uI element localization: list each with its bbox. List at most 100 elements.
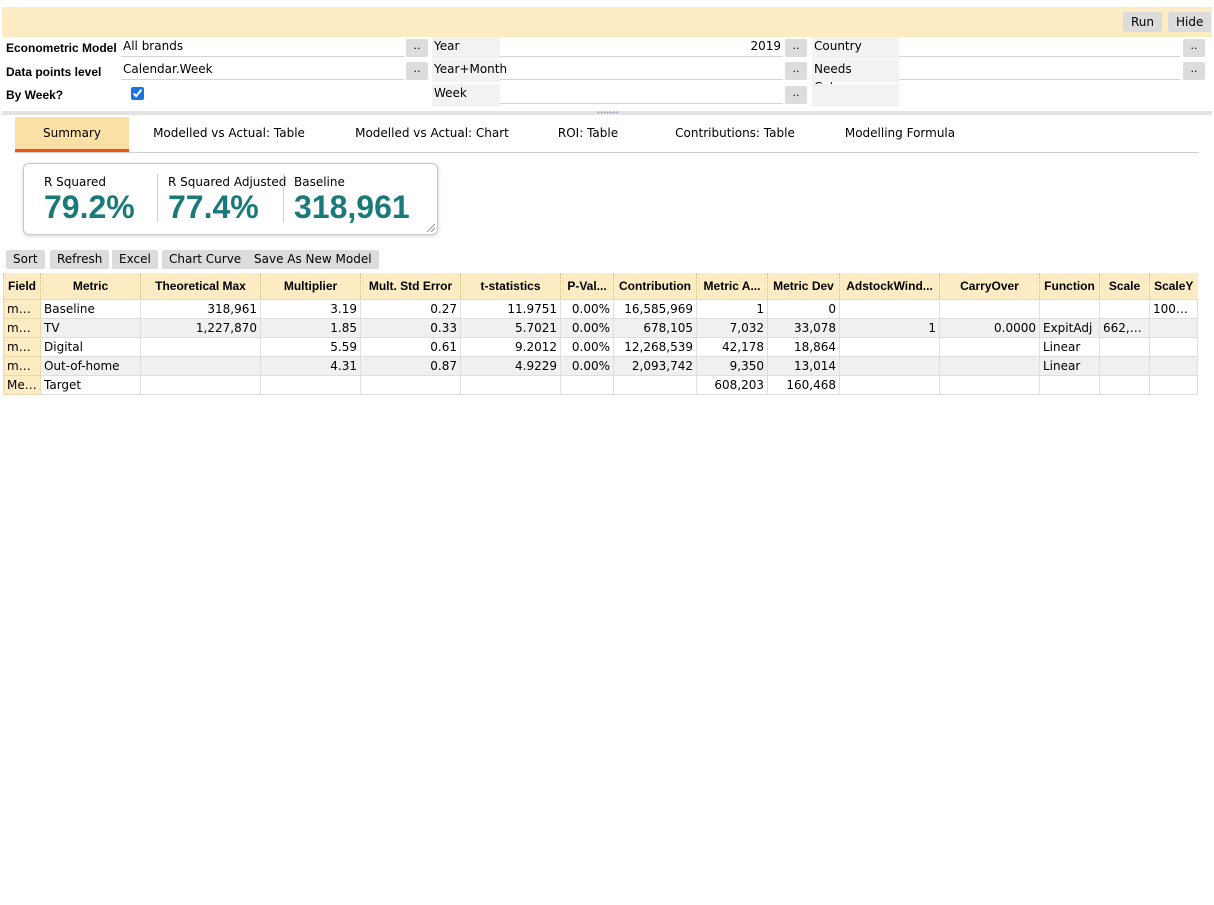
table-cell: 2,093,742: [613, 355, 697, 376]
column-header[interactable]: Function: [1039, 273, 1100, 300]
needs-category-field[interactable]: [899, 60, 1180, 80]
table-cell: 33,078: [767, 317, 840, 338]
kpi-divider: [157, 174, 158, 222]
column-header[interactable]: Field: [3, 273, 41, 300]
column-header[interactable]: Mult. Std Error: [360, 273, 461, 300]
table-cell: [613, 374, 697, 395]
column-header[interactable]: AdstockWind...: [839, 273, 940, 300]
table-cell: 42,178: [696, 336, 768, 357]
results-table: Field Metric Theoretical Max Multiplier Mult…: [3, 273, 1198, 395]
tab-modelling-formula[interactable]: Modelling Formula: [835, 117, 965, 152]
table-body: me... Baseline 318,961 3.19 0.27 11.9751 0.00%…: [3, 298, 1198, 395]
year-field[interactable]: 2019: [500, 37, 783, 57]
table-cell: 7,032: [696, 317, 768, 338]
year-picker-button[interactable]: ..: [785, 39, 807, 57]
table-cell: [1099, 298, 1150, 319]
kpi-card: R Squared 79.2% R Squared Adjusted 77.4%…: [23, 163, 438, 235]
column-header[interactable]: ScaleY: [1149, 273, 1198, 300]
by-week-checkbox[interactable]: [131, 87, 144, 100]
kpi-label: Baseline: [294, 175, 345, 189]
table-cell: [1099, 374, 1150, 395]
table-cell: [1099, 336, 1150, 357]
column-header[interactable]: CarryOver: [939, 273, 1040, 300]
column-header[interactable]: t-statistics: [460, 273, 561, 300]
year-month-field[interactable]: [500, 60, 783, 80]
resize-handle-icon[interactable]: [427, 224, 435, 232]
kpi-divider: [283, 174, 284, 222]
country-field[interactable]: [899, 37, 1180, 57]
refresh-button[interactable]: Refresh: [50, 250, 110, 269]
week-label: Week: [432, 84, 500, 107]
table-row[interactable]: Met... Target 608,203 160,468: [3, 374, 1198, 395]
column-header[interactable]: Multiplier: [260, 273, 361, 300]
tab-contributions-table[interactable]: Contributions: Table: [665, 117, 805, 152]
table-row[interactable]: me... TV 1,227,870 1.85 0.33 5.7021 0.00% 678,1…: [3, 317, 1198, 338]
table-cell: 0.87: [360, 355, 461, 376]
column-header[interactable]: Metric Dev: [767, 273, 840, 300]
week-field[interactable]: [500, 84, 783, 104]
data-points-level-label: Data points level: [6, 65, 102, 79]
table-cell: [1149, 317, 1198, 338]
table-cell: TV: [40, 317, 141, 338]
chart-curve-button[interactable]: Chart Curve: [162, 250, 249, 269]
table-cell: 5.7021: [460, 317, 561, 338]
table-cell: [560, 374, 614, 395]
kpi-value: 318,961: [294, 189, 410, 225]
tab-modelled-vs-actual-table[interactable]: Modelled vs Actual: Table: [145, 117, 313, 152]
kpi-label: R Squared Adjusted: [168, 175, 287, 189]
table-cell: 0.00%: [560, 298, 614, 319]
table-cell: [140, 336, 261, 357]
table-cell: [939, 355, 1040, 376]
needs-category-picker-button[interactable]: ..: [1183, 62, 1205, 80]
column-header[interactable]: Theoretical Max: [140, 273, 261, 300]
country-label: Country: [812, 37, 899, 59]
tab-summary[interactable]: Summary: [15, 117, 129, 152]
table-cell: me...: [3, 317, 41, 338]
run-button[interactable]: Run: [1123, 12, 1163, 32]
tab-modelled-vs-actual-chart[interactable]: Modelled vs Actual: Chart: [345, 117, 519, 152]
table-cell: 0.61: [360, 336, 461, 357]
data-points-level-picker-button[interactable]: ..: [406, 62, 428, 80]
table-cell: 16,585,969: [613, 298, 697, 319]
table-cell: [140, 374, 261, 395]
table-cell: 0.0000: [939, 317, 1040, 338]
table-row[interactable]: me... Digital 5.59 0.61 9.2012 0.00% 12,268,53…: [3, 336, 1198, 357]
filter-spacer: [812, 84, 899, 107]
week-picker-button[interactable]: ..: [785, 86, 807, 104]
table-cell: [1149, 336, 1198, 357]
save-as-new-model-button[interactable]: Save As New Model: [247, 250, 379, 269]
table-cell: Target: [40, 374, 141, 395]
data-points-level-field[interactable]: Calendar.Week: [121, 60, 404, 80]
sort-button[interactable]: Sort: [6, 250, 45, 269]
table-cell: 1.85: [260, 317, 361, 338]
table-header-row: Field Metric Theoretical Max Multiplier Mult…: [3, 273, 1198, 300]
column-header[interactable]: Contribution: [613, 273, 697, 300]
hide-button[interactable]: Hide: [1168, 12, 1212, 32]
year-month-picker-button[interactable]: ..: [785, 62, 807, 80]
year-month-label: Year+Month: [432, 60, 507, 82]
table-row[interactable]: me... Out-of-home 4.31 0.87 4.9229 0.00% 2,093…: [3, 355, 1198, 376]
column-header[interactable]: Metric: [40, 273, 141, 300]
table-cell: 4.31: [260, 355, 361, 376]
table-cell: me...: [3, 298, 41, 319]
table-cell: Met...: [3, 374, 41, 395]
splitter-grip-icon[interactable]: [597, 111, 619, 114]
column-header[interactable]: Scale: [1099, 273, 1150, 300]
kpi-label: R Squared: [44, 175, 107, 189]
table-row[interactable]: me... Baseline 318,961 3.19 0.27 11.9751 0.00%…: [3, 298, 1198, 319]
column-header[interactable]: P-Val...: [560, 273, 614, 300]
table-cell: [839, 298, 940, 319]
country-picker-button[interactable]: ..: [1183, 39, 1205, 57]
tab-roi-table[interactable]: ROI: Table: [545, 117, 631, 152]
excel-button[interactable]: Excel: [112, 250, 158, 269]
column-header[interactable]: Metric A...: [696, 273, 768, 300]
table-cell: [939, 298, 1040, 319]
kpi-value: 79.2%: [44, 189, 135, 225]
table-cell: 12,268,539: [613, 336, 697, 357]
econometric-model-field[interactable]: All brands: [121, 37, 404, 57]
table-cell: 1,227,870: [140, 317, 261, 338]
table-cell: me...: [3, 355, 41, 376]
table-cell: 608,203: [696, 374, 768, 395]
econometric-model-picker-button[interactable]: ..: [406, 39, 428, 57]
table-cell: 678,105: [613, 317, 697, 338]
